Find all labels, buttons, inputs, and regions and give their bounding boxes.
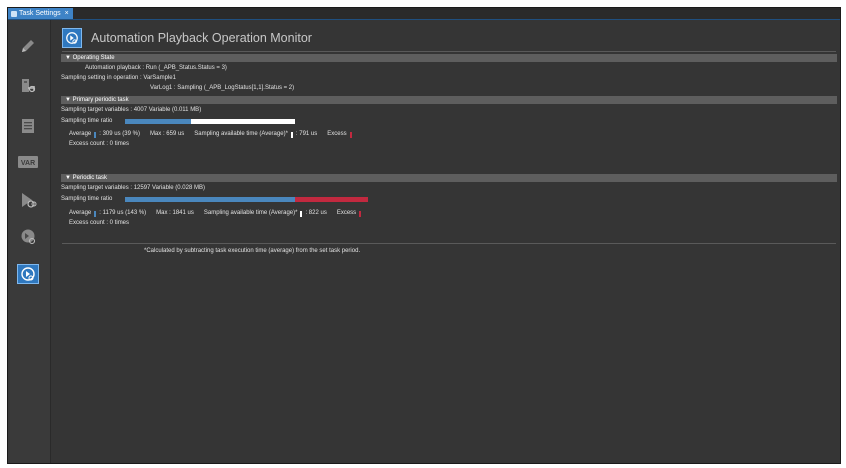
tab-task-settings[interactable]: Task Settings × bbox=[8, 8, 73, 19]
max-value: Max : 1841 us bbox=[156, 210, 194, 216]
main-panel: Automation Playback Operation Monitor ▼ … bbox=[58, 20, 840, 463]
periodic-sampling-ratio-bar bbox=[125, 197, 368, 202]
primary-stats-row: Average : 309 us (39 %) Max : 659 us Samp… bbox=[69, 131, 352, 138]
ratio-average-fill bbox=[125, 119, 191, 124]
excess-swatch bbox=[349, 131, 352, 138]
section-periodic-task[interactable]: ▼ Periodic task bbox=[61, 174, 837, 182]
varlog-status: VarLog1 : Sampling (_APB_LogStatus[1,1].… bbox=[150, 85, 295, 91]
panel-header: Automation Playback Operation Monitor bbox=[62, 26, 836, 50]
operation-monitor-icon bbox=[62, 28, 82, 48]
excess-swatch bbox=[359, 210, 362, 217]
primary-sampling-ratio-bar bbox=[125, 119, 295, 124]
var-label: VAR bbox=[21, 160, 35, 167]
ratio-average-fill bbox=[125, 197, 295, 202]
section-primary-periodic-task[interactable]: ▼ Primary periodic task bbox=[61, 96, 837, 104]
average-value: : 1179 us (143 %) bbox=[99, 210, 147, 216]
average-value: : 309 us (39 %) bbox=[99, 131, 140, 137]
periodic-ratio-label: Sampling time ratio bbox=[61, 196, 113, 202]
ratio-excess-fill bbox=[295, 197, 368, 202]
operation-monitor-icon[interactable] bbox=[17, 264, 39, 284]
available-swatch bbox=[300, 210, 303, 217]
available-label: Sampling available time (Average)* bbox=[194, 131, 288, 137]
primary-target-variables: Sampling target variables : 4007 Variabl… bbox=[61, 107, 202, 113]
periodic-target-variables: Sampling target variables : 12597 Variab… bbox=[61, 185, 205, 191]
average-swatch bbox=[94, 131, 97, 138]
section-title: Primary periodic task bbox=[72, 97, 129, 103]
periodic-stats-row: Average : 1179 us (143 %) Max : 1841 us S… bbox=[69, 210, 362, 217]
primary-excess-count: Excess count : 0 times bbox=[69, 141, 130, 147]
section-title: Operating State bbox=[72, 55, 115, 61]
var-icon[interactable]: VAR bbox=[17, 152, 39, 172]
available-value: : 791 us bbox=[295, 131, 318, 137]
task-settings-icon bbox=[11, 10, 17, 17]
page-title: Automation Playback Operation Monitor bbox=[91, 31, 312, 45]
window: Task Settings × VAR Automation Playback … bbox=[7, 7, 841, 464]
tab-label: Task Settings bbox=[19, 10, 61, 17]
monitor-icon[interactable] bbox=[17, 226, 39, 246]
playback-status: Automation playback : Run (_APB_Status.S… bbox=[85, 65, 227, 71]
export-icon[interactable] bbox=[17, 76, 39, 96]
footnote: *Calculated by subtracting task executio… bbox=[144, 248, 361, 254]
excess-label: Excess bbox=[336, 210, 357, 216]
playback-icon[interactable] bbox=[17, 190, 39, 210]
primary-ratio-label: Sampling time ratio bbox=[61, 118, 113, 124]
tab-close-icon[interactable]: × bbox=[65, 8, 69, 19]
excess-label: Excess bbox=[327, 131, 347, 137]
average-label: Average bbox=[69, 210, 92, 216]
periodic-excess-count: Excess count : 0 times bbox=[69, 220, 130, 226]
section-title: Periodic task bbox=[72, 175, 107, 181]
available-swatch bbox=[290, 131, 293, 138]
section-operating-state[interactable]: ▼ Operating State bbox=[61, 54, 837, 62]
list-icon[interactable] bbox=[17, 116, 39, 136]
max-value: Max : 659 us bbox=[149, 131, 185, 137]
available-label: Sampling available time (Average)* bbox=[203, 210, 298, 216]
ratio-available-fill bbox=[191, 119, 295, 124]
header-divider bbox=[62, 51, 836, 52]
pencil-icon[interactable] bbox=[17, 36, 39, 56]
sampling-setting: Sampling setting in operation : VarSampl… bbox=[61, 75, 176, 81]
average-label: Average bbox=[69, 131, 92, 137]
available-value: : 822 us bbox=[305, 210, 327, 216]
average-swatch bbox=[94, 210, 97, 217]
footnote-divider bbox=[62, 243, 836, 244]
sidebar: VAR bbox=[8, 20, 51, 463]
tab-bar: Task Settings × bbox=[8, 8, 840, 20]
